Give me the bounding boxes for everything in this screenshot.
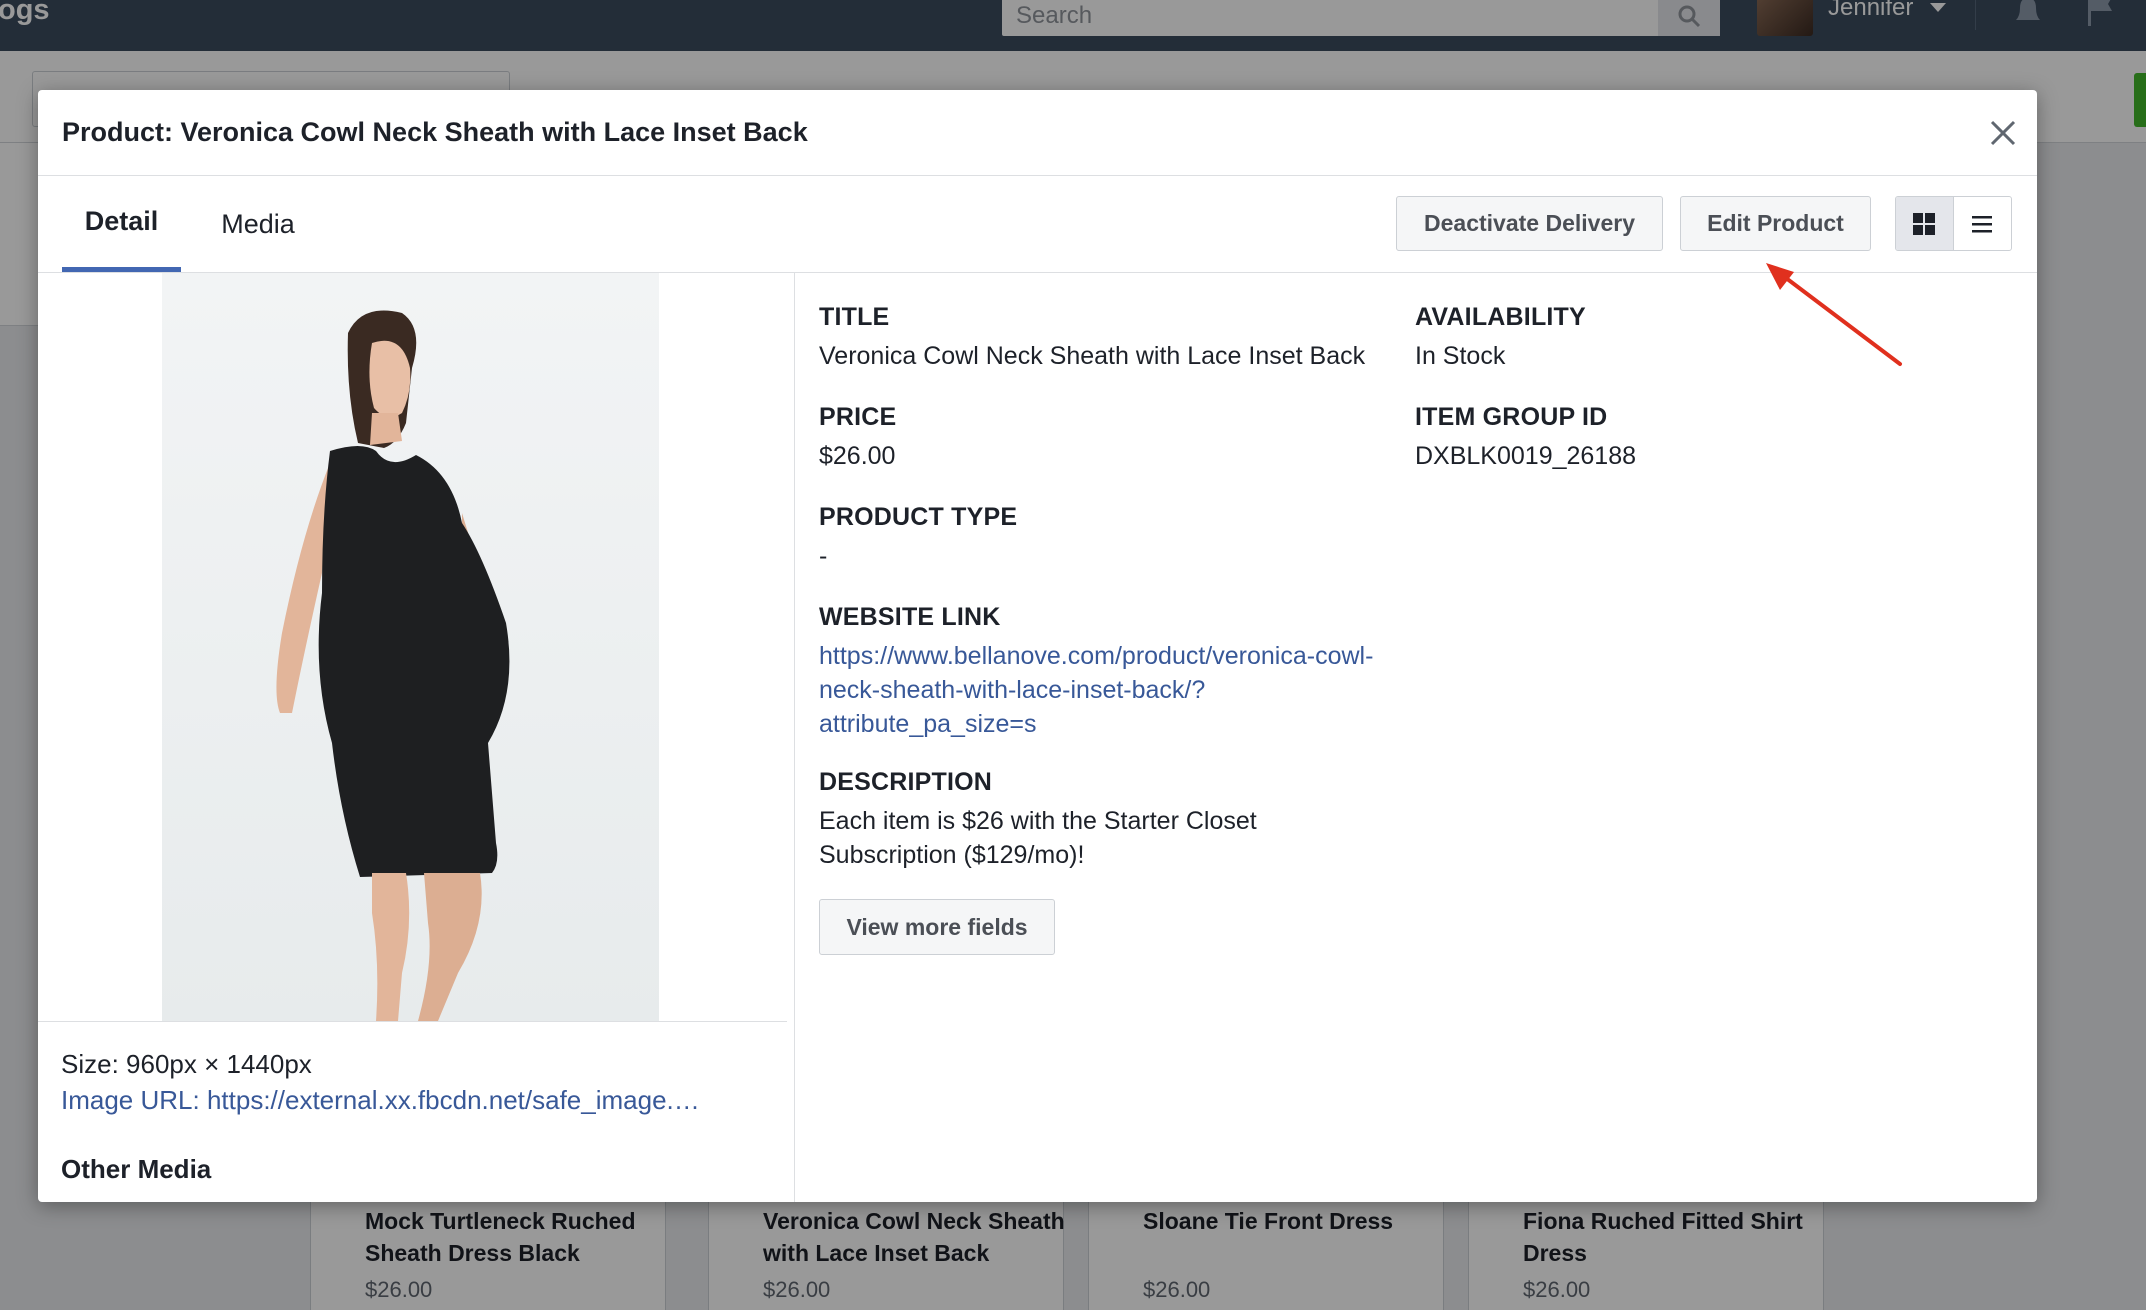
list-icon [1972, 215, 1993, 232]
field-label-availability: AVAILABILITY [1415, 303, 1586, 331]
product-image[interactable] [162, 273, 659, 1021]
close-button[interactable] [1982, 112, 2024, 154]
media-column: Size: 960px × 1440px Image URL: https://… [38, 273, 795, 1202]
field-label-title: TITLE [819, 303, 890, 331]
divider [38, 1021, 787, 1022]
image-url-link[interactable]: Image URL: https://external.xx.fbcdn.net… [61, 1085, 761, 1116]
dialog-title: Product: Veronica Cowl Neck Sheath with … [62, 117, 808, 147]
model-photo-figure [276, 310, 510, 1021]
view-mode-toggle [1895, 196, 2012, 251]
field-label-price: PRICE [819, 403, 897, 431]
annotation-arrow-icon [1766, 263, 1902, 366]
field-label-item-group-id: ITEM GROUP ID [1415, 403, 1608, 431]
description-line: Each item is $26 with the Starter Closet [819, 807, 1257, 835]
field-value-description: Each item is $26 with the Starter Closet… [819, 804, 1257, 872]
other-media-heading: Other Media [61, 1154, 212, 1184]
view-more-fields-button[interactable]: View more fields [819, 899, 1055, 955]
edit-product-button[interactable]: Edit Product [1680, 196, 1871, 251]
field-value-product-type: - [819, 542, 828, 570]
grid-icon [1913, 212, 1936, 235]
close-icon [1990, 120, 2016, 146]
website-link-line[interactable]: attribute_pa_size=s [819, 707, 1373, 741]
tab-media[interactable]: Media [204, 176, 312, 272]
website-link[interactable]: https://www.bellanove.com/product/veroni… [819, 639, 1373, 741]
field-value-availability: In Stock [1415, 342, 1506, 370]
tab-detail[interactable]: Detail [62, 176, 181, 272]
dialog-header: Product: Veronica Cowl Neck Sheath with … [38, 90, 2037, 176]
field-label-description: DESCRIPTION [819, 768, 993, 796]
field-value-item-group-id: DXBLK0019_26188 [1415, 442, 1637, 470]
field-label-product-type: PRODUCT TYPE [819, 503, 1018, 531]
field-value-price: $26.00 [819, 442, 896, 470]
product-detail-dialog: Product: Veronica Cowl Neck Sheath with … [38, 90, 2037, 1202]
website-link-line[interactable]: neck-sheath-with-lace-inset-back/? [819, 673, 1373, 707]
field-label-website-link: WEBSITE LINK [819, 603, 1001, 631]
list-view-button[interactable] [1954, 197, 2012, 250]
website-link-line[interactable]: https://www.bellanove.com/product/veroni… [819, 639, 1373, 673]
dialog-tab-bar: Detail Media Deactivate Delivery Edit Pr… [38, 176, 2037, 273]
grid-view-button[interactable] [1896, 197, 1954, 250]
field-value-title: Veronica Cowl Neck Sheath with Lace Inse… [819, 342, 1366, 370]
deactivate-delivery-button[interactable]: Deactivate Delivery [1396, 196, 1663, 251]
image-size: Size: 960px × 1440px [61, 1049, 312, 1079]
description-line: Subscription ($129/mo)! [819, 841, 1085, 869]
